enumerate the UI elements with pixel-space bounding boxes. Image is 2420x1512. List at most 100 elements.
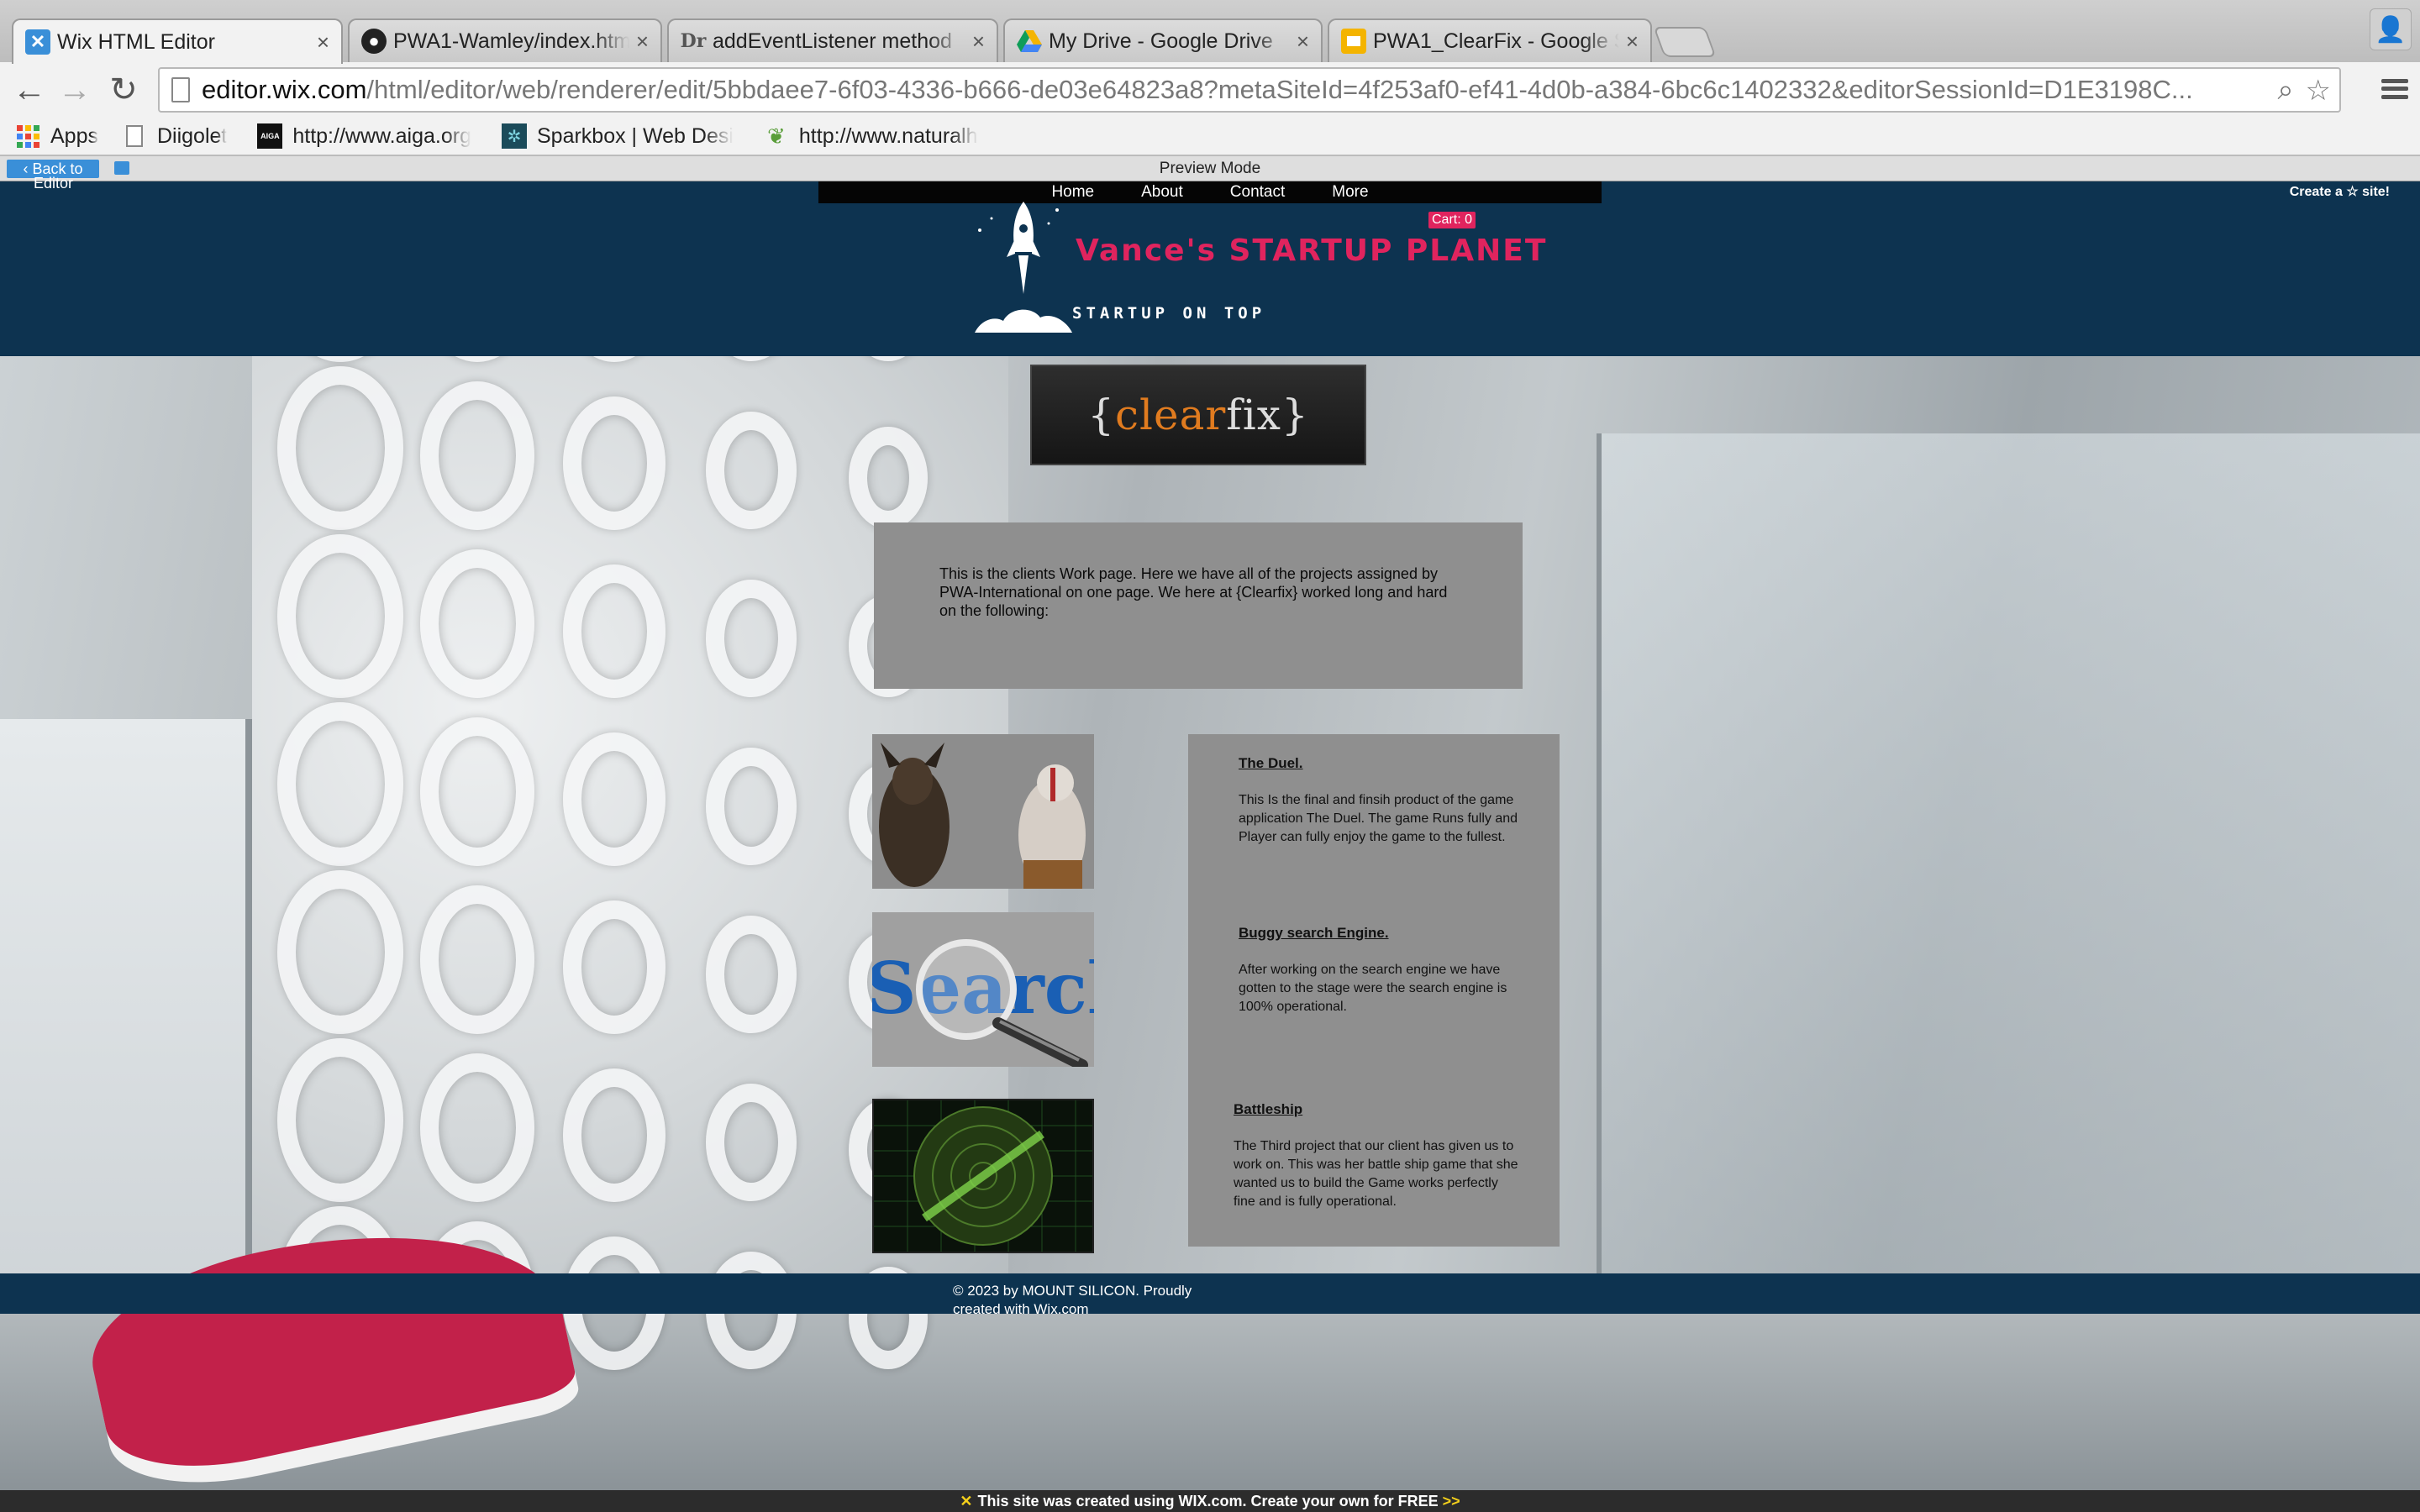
nav-about[interactable]: About [1138, 181, 1186, 203]
nav-more[interactable]: More [1328, 181, 1371, 203]
profile-icon[interactable]: 👤 [2370, 8, 2412, 50]
bookmark-label: Diigolet [156, 123, 228, 148]
clearfix-logo: {clear fix} [1030, 365, 1366, 465]
wall-ring [420, 1053, 534, 1202]
rocket-logo-icon [975, 202, 1072, 333]
wall-ring [563, 900, 666, 1034]
tab-label: My Drive - Google Drive [1049, 29, 1273, 53]
tab-google-slides[interactable]: PWA1_ClearFix - Google Sl × [1328, 18, 1652, 62]
bookmark-naturalh[interactable]: ❦ http://www.naturalh [764, 123, 978, 149]
wall-ring [563, 396, 666, 530]
site-header: Home About Contact More Create a ☆ site!… [0, 181, 2420, 356]
logo-rest: fix [1226, 391, 1281, 439]
wall-ring [706, 580, 797, 698]
url-path: /html/editor/web/renderer/edit/5bbdaee7-… [366, 75, 2193, 104]
tab-wix-html-editor[interactable]: ✕ Wix HTML Editor × [12, 18, 343, 64]
wall-ring [563, 732, 666, 866]
wall-ring [706, 412, 797, 530]
logo-brace-close: } [1281, 391, 1309, 439]
bookmark-label: http://www.naturalh [798, 123, 978, 148]
tab-close-icon[interactable]: × [636, 29, 649, 55]
tab-close-icon[interactable]: × [972, 29, 985, 55]
reload-icon[interactable]: ↻ [104, 71, 143, 109]
tab-close-icon[interactable]: × [1626, 29, 1639, 55]
aiga-icon: AIGA [257, 123, 283, 149]
bookmark-diigolet[interactable]: Diigolet [122, 123, 227, 149]
footer-text: © 2023 by MOUNT SILICON. Proudly created… [953, 1283, 1192, 1317]
leaf-icon: ❦ [767, 123, 786, 149]
project-title[interactable]: The Duel. [1239, 754, 1524, 773]
bookmark-sparkbox[interactable]: ✲ Sparkbox | Web Desi [501, 123, 734, 149]
browser-toolbar: ← → ↻ editor.wix.com/html/editor/web/ren… [0, 62, 2420, 118]
banner-text: This site was created using WIX.com. Cre… [977, 1493, 1439, 1509]
wall-ring [420, 717, 534, 866]
tab-addeventlistener[interactable]: Dr addEventListener method × [667, 18, 998, 62]
create-site-link[interactable]: Create a ☆ site! [2290, 183, 2390, 200]
tab-github[interactable]: ● PWA1-Wamley/index.html × [348, 18, 662, 62]
wall-ring [563, 1068, 666, 1202]
project-search-engine: Buggy search Engine. After working on th… [1239, 924, 1524, 1016]
project-battleship: Battleship The Third project that our cl… [1234, 1100, 1519, 1211]
projects-panel: The Duel. This Is the final and finsih p… [1188, 734, 1560, 1247]
banner-arrow: >> [1442, 1493, 1460, 1509]
drive-icon [1017, 29, 1042, 54]
wall-ring [277, 534, 403, 698]
address-bar[interactable]: editor.wix.com/html/editor/web/renderer/… [158, 67, 2341, 113]
project-title[interactable]: Battleship [1234, 1100, 1519, 1119]
project-title[interactable]: Buggy search Engine. [1239, 924, 1524, 942]
page-icon [122, 123, 147, 149]
tab-close-icon[interactable]: × [317, 29, 329, 55]
duel-game-image[interactable] [872, 734, 1094, 889]
wix-icon: ✕ [25, 29, 50, 55]
new-tab-button[interactable] [1653, 27, 1717, 57]
dr-icon: Dr [680, 30, 707, 52]
wix-free-banner[interactable]: ✕ This site was created using WIX.com. Cr… [0, 1490, 2420, 1512]
wall-ring [277, 1038, 403, 1202]
cart-badge[interactable]: Cart: 0 [1428, 212, 1476, 228]
wall-ring [706, 1084, 797, 1202]
sparkbox-icon: ✲ [501, 123, 527, 149]
intro-box: This is the clients Work page. Here we h… [874, 522, 1523, 689]
tab-label: addEventListener method [713, 29, 952, 53]
search-engine-image[interactable]: Search [872, 912, 1094, 1067]
tab-google-drive[interactable]: My Drive - Google Drive × [1003, 18, 1323, 62]
back-arrow-icon[interactable]: ← [10, 71, 49, 109]
github-icon: ● [361, 29, 387, 54]
url-host: editor.wix.com [202, 75, 367, 104]
wall-ring [563, 564, 666, 698]
wall-ring [420, 381, 534, 530]
site-title[interactable]: Vance's STARTUP PLANET [1076, 234, 1547, 268]
battleship-radar-image[interactable] [872, 1099, 1094, 1253]
wix-preview-bar: ‹ Back to Preview Mode [0, 156, 2420, 181]
bookmark-star-icon[interactable]: ☆ [2306, 74, 2331, 108]
nav-contact[interactable]: Contact [1227, 181, 1288, 203]
chrome-menu-icon[interactable] [2378, 72, 2412, 106]
intro-text: This is the clients Work page. Here we h… [939, 565, 1448, 619]
tab-label: PWA1-Wamley/index.html [393, 29, 629, 53]
tab-label: Wix HTML Editor [57, 29, 215, 54]
bookmark-aiga[interactable]: AIGA http://www.aiga.org [257, 123, 471, 149]
project-description: After working on the search engine we ha… [1239, 963, 1507, 1014]
wall-ring [706, 916, 797, 1034]
bookmark-label: http://www.aiga.org [292, 123, 471, 148]
wall-ring [706, 748, 797, 866]
apps-icon [15, 123, 40, 149]
bookmark-apps[interactable]: Apps [15, 123, 98, 149]
site-preview: Home About Contact More Create a ☆ site!… [0, 181, 2420, 1490]
project-description: This Is the final and finsih product of … [1239, 793, 1518, 844]
tab-close-icon[interactable]: × [1297, 29, 1309, 55]
forward-arrow-icon[interactable]: → [55, 71, 94, 109]
wall-ring [277, 366, 403, 530]
wall-ring [420, 885, 534, 1034]
site-footer: © 2023 by MOUNT SILICON. Proudly created… [0, 1273, 2420, 1317]
back-to-editor-sub-label: Editor [34, 175, 74, 192]
logo-accent: clear [1115, 391, 1227, 439]
banner-close-icon[interactable]: ✕ [960, 1493, 972, 1509]
wall-ring [849, 427, 928, 530]
bookmark-label: Apps [50, 123, 98, 148]
slides-icon [1341, 29, 1366, 54]
wall-ring [420, 549, 534, 698]
wall-ring [277, 870, 403, 1034]
search-icon[interactable]: ⌕ [2277, 74, 2293, 108]
bookmarks-bar: Apps Diigolet AIGA http://www.aiga.org ✲… [0, 118, 2420, 156]
